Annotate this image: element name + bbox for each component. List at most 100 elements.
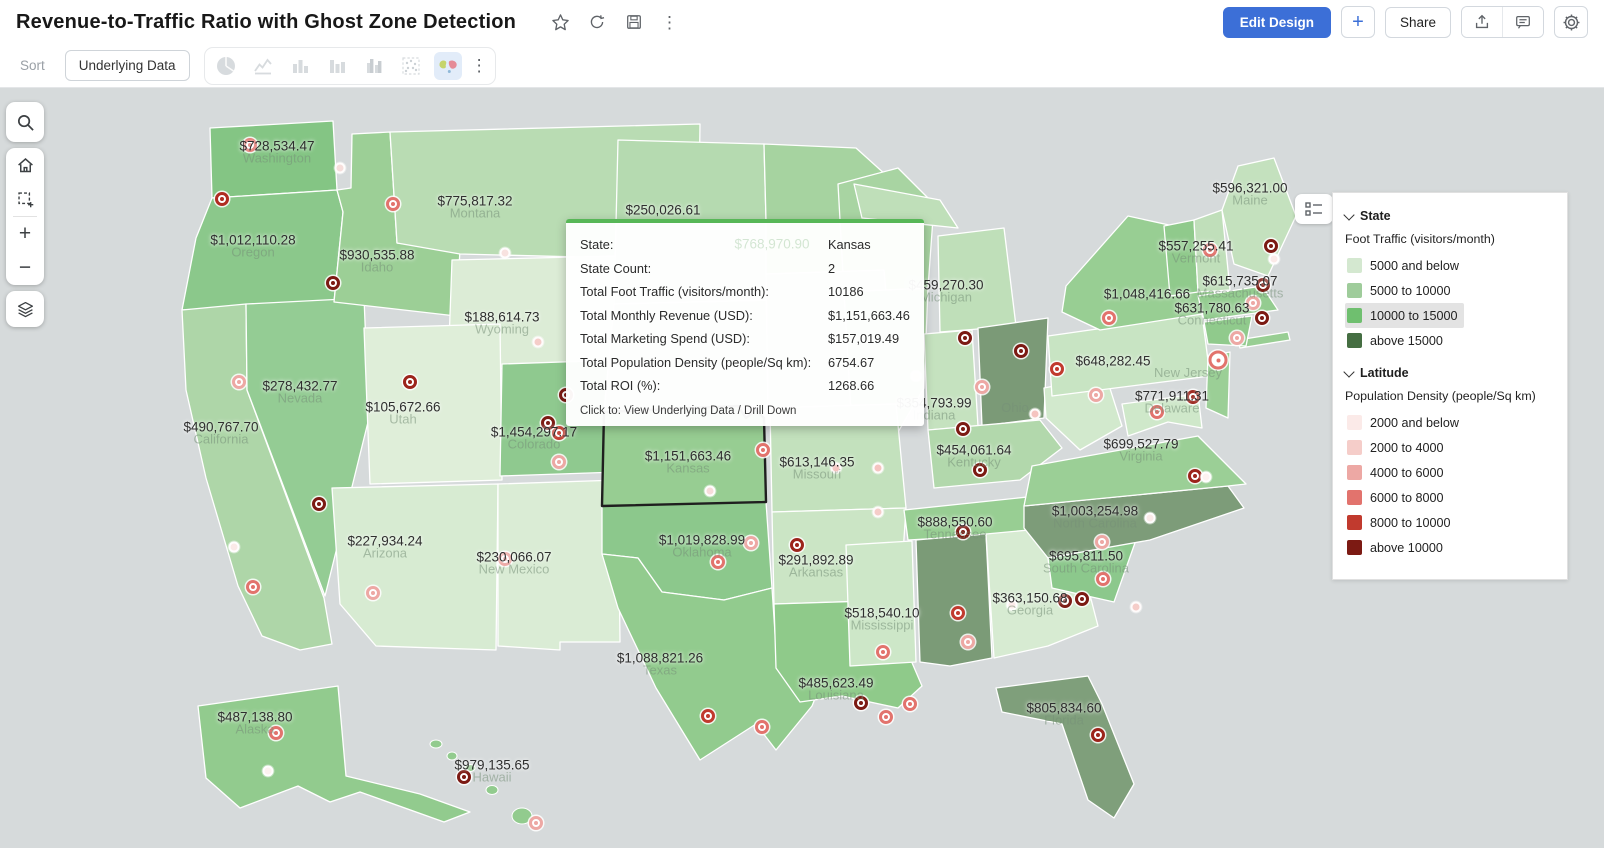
map-marker[interactable] bbox=[1050, 362, 1064, 376]
map-marker[interactable] bbox=[1150, 405, 1164, 419]
pie-chart-icon[interactable] bbox=[212, 52, 240, 80]
map-marker[interactable] bbox=[879, 710, 893, 724]
more-vertical-icon[interactable]: ⋮ bbox=[661, 14, 678, 31]
map-marker[interactable] bbox=[1102, 311, 1116, 325]
map-marker[interactable] bbox=[830, 462, 842, 474]
map-marker[interactable] bbox=[961, 635, 975, 649]
map-marker[interactable] bbox=[228, 541, 240, 553]
map-marker[interactable] bbox=[1264, 239, 1278, 253]
line-chart-icon[interactable] bbox=[249, 52, 277, 80]
legend-item[interactable]: 2000 to 4000 bbox=[1345, 435, 1450, 460]
map-marker[interactable] bbox=[701, 709, 715, 723]
map-marker[interactable] bbox=[876, 645, 890, 659]
add-button[interactable]: + bbox=[1340, 6, 1375, 38]
map-marker[interactable] bbox=[386, 197, 400, 211]
map-marker[interactable] bbox=[498, 552, 512, 566]
legend-section-header[interactable]: State bbox=[1343, 204, 1555, 228]
legend-toggle-icon[interactable] bbox=[1295, 194, 1333, 224]
home-icon[interactable] bbox=[6, 148, 44, 182]
export-icon[interactable] bbox=[1462, 7, 1502, 37]
map-marker[interactable] bbox=[1014, 344, 1028, 358]
map-marker[interactable] bbox=[854, 696, 868, 710]
map-marker[interactable] bbox=[246, 580, 260, 594]
star-icon[interactable] bbox=[550, 12, 570, 32]
map-marker[interactable] bbox=[1268, 253, 1280, 265]
legend-item[interactable]: 2000 and below bbox=[1345, 410, 1465, 435]
map-marker[interactable] bbox=[1230, 331, 1244, 345]
map-marker[interactable] bbox=[1006, 599, 1018, 611]
us-choropleth-map[interactable]: $728,534.47 Washington $775,817.32 Montana $… bbox=[0, 88, 1604, 848]
map-marker[interactable] bbox=[552, 455, 566, 469]
map-marker[interactable] bbox=[872, 506, 884, 518]
comment-icon[interactable] bbox=[1502, 7, 1543, 37]
map-marker[interactable] bbox=[1246, 296, 1260, 310]
map-marker[interactable] bbox=[532, 336, 544, 348]
map-marker[interactable] bbox=[744, 536, 758, 550]
map-marker[interactable] bbox=[552, 426, 566, 440]
map-marker[interactable] bbox=[973, 463, 987, 477]
bar-chart-icon[interactable] bbox=[286, 52, 314, 80]
map-marker[interactable] bbox=[262, 765, 274, 777]
legend-item[interactable]: 10000 to 15000 bbox=[1345, 303, 1464, 328]
map-marker[interactable] bbox=[334, 162, 346, 174]
map-marker[interactable] bbox=[1144, 512, 1156, 524]
zoom-out-button[interactable]: − bbox=[6, 251, 44, 285]
map-marker[interactable] bbox=[1095, 535, 1109, 549]
underlying-data-button[interactable]: Underlying Data bbox=[64, 50, 190, 81]
map-chart-icon[interactable] bbox=[433, 51, 462, 80]
column-chart-icon[interactable] bbox=[323, 52, 351, 80]
refresh-icon[interactable] bbox=[587, 12, 607, 32]
more-chart-types-icon[interactable]: ⋮ bbox=[471, 57, 488, 74]
map-marker[interactable] bbox=[956, 525, 970, 539]
map-marker[interactable] bbox=[704, 485, 716, 497]
map-marker[interactable] bbox=[1029, 408, 1041, 420]
settings-gear-icon[interactable] bbox=[1554, 6, 1588, 38]
legend-section-header[interactable]: Latitude bbox=[1343, 361, 1555, 385]
search-icon[interactable] bbox=[6, 102, 44, 142]
map-marker[interactable] bbox=[1255, 311, 1269, 325]
edit-design-button[interactable]: Edit Design bbox=[1222, 6, 1331, 38]
map-marker[interactable] bbox=[457, 770, 471, 784]
map-marker[interactable] bbox=[366, 586, 380, 600]
share-button[interactable]: Share bbox=[1384, 6, 1451, 38]
map-tooltip[interactable]: State: Kansas State Count: 2 Total Foot … bbox=[566, 219, 924, 426]
zoom-in-button[interactable]: + bbox=[6, 217, 44, 251]
legend-item[interactable]: above 10000 bbox=[1345, 535, 1449, 560]
map-marker[interactable] bbox=[1256, 278, 1270, 292]
legend-item[interactable]: 5000 and below bbox=[1345, 253, 1465, 278]
map-marker[interactable] bbox=[1096, 572, 1110, 586]
map-marker[interactable] bbox=[529, 816, 543, 830]
map-marker[interactable] bbox=[1089, 388, 1103, 402]
map-marker[interactable] bbox=[711, 555, 725, 569]
save-icon[interactable] bbox=[624, 12, 644, 32]
map-marker[interactable] bbox=[956, 422, 970, 436]
map-marker[interactable] bbox=[1186, 390, 1200, 404]
map-marker[interactable] bbox=[1208, 350, 1228, 370]
zoom-selection-icon[interactable] bbox=[6, 182, 44, 216]
map-marker[interactable] bbox=[755, 720, 769, 734]
scatter-plot-icon[interactable] bbox=[397, 52, 425, 80]
map-marker[interactable] bbox=[541, 416, 555, 430]
map-marker[interactable] bbox=[403, 375, 417, 389]
grouped-bar-chart-icon[interactable] bbox=[360, 52, 388, 80]
map-marker[interactable] bbox=[326, 276, 340, 290]
map-marker[interactable] bbox=[269, 726, 283, 740]
map-marker[interactable] bbox=[872, 462, 884, 474]
map-marker[interactable] bbox=[951, 606, 965, 620]
map-marker[interactable] bbox=[215, 192, 229, 206]
legend-item[interactable]: 6000 to 8000 bbox=[1345, 485, 1450, 510]
map-marker[interactable] bbox=[1130, 601, 1142, 613]
legend-item[interactable]: above 15000 bbox=[1345, 328, 1449, 353]
layers-icon[interactable] bbox=[6, 291, 44, 327]
legend-item[interactable]: 8000 to 10000 bbox=[1345, 510, 1457, 535]
map-marker[interactable] bbox=[958, 331, 972, 345]
map-marker[interactable] bbox=[312, 497, 326, 511]
map-marker[interactable] bbox=[499, 247, 511, 259]
legend-item[interactable]: 5000 to 10000 bbox=[1345, 278, 1457, 303]
map-marker[interactable] bbox=[1203, 243, 1217, 257]
map-marker[interactable] bbox=[903, 697, 917, 711]
map-marker[interactable] bbox=[756, 443, 770, 457]
map-marker[interactable] bbox=[243, 138, 257, 152]
map-marker[interactable] bbox=[1075, 592, 1089, 606]
map-marker[interactable] bbox=[1058, 594, 1072, 608]
